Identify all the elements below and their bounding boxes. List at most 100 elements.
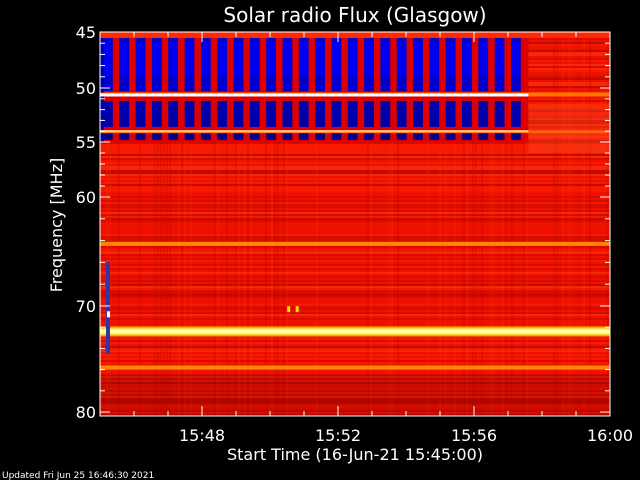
texture-band [100,338,610,340]
texture-band [100,304,610,306]
pulse-bar-core [234,41,243,77]
y-tick-label: 50 [76,79,96,98]
texture-band [100,238,610,240]
texture-streak [571,32,573,416]
texture-band [100,318,610,320]
texture-streak [607,32,609,416]
x-tick-label: 16:00 [587,426,633,445]
pulse-bar-core [495,41,504,77]
updated-timestamp: Updated Fri Jun 25 16:46:30 2021 [2,471,154,480]
texture-streak [589,32,591,416]
texture-band [100,292,610,294]
chart-title: Solar radio Flux (Glasgow) [223,3,486,27]
pulse-bar-core [381,41,390,77]
pulse-bar-lower [233,100,244,127]
pulse-bar-bottom [233,133,244,140]
texture-band [100,346,610,348]
pulse-bar-lower [494,100,505,127]
texture-band [100,212,610,214]
y-tick-label: 45 [76,23,96,42]
texture-band [100,220,610,222]
texture-band [100,260,610,262]
pulse-bar-lower [282,100,293,127]
pulse-bar-core [430,41,439,77]
texture-band [100,174,610,176]
pulse-bar-lower [168,100,179,127]
texture-band [100,170,610,172]
texture-band [100,184,610,186]
texture-band [100,234,610,236]
texture-band [100,288,610,290]
texture-band [100,258,610,260]
pulse-bar-core [218,41,227,77]
bright-line-core [100,93,529,97]
texture-band [100,342,610,344]
pulse-bar-core [267,41,275,77]
texture-band [100,264,610,266]
pulse-bar-lower [315,100,325,127]
pulse-bar-bottom [266,133,276,140]
pulse-bar-lower [478,100,489,127]
texture-band [100,166,610,168]
y-axis-label: Frequency [MHz] [47,158,66,292]
pulse-bar-bottom [347,133,358,140]
low-band-shade [100,374,610,416]
pulse-bar-bottom [217,133,228,140]
pulse-bar-bottom [462,133,472,140]
pulse-bar-core [446,41,455,77]
edge-artifact-spot [107,311,110,318]
texture-band [100,158,610,160]
pulse-bar-bottom [151,133,162,140]
pulse-bar-lower [396,100,407,127]
texture-band [100,286,610,288]
texture-band [100,294,610,296]
pulse-bar-bottom [249,133,260,140]
texture-band [100,186,610,188]
top-edge-band [100,32,610,38]
texture-band [100,340,610,342]
plot-area [99,31,611,417]
texture-band [100,290,610,292]
bright-line-core [100,130,529,133]
pulse-bar-bottom [380,133,391,140]
pulse-bar-core [283,41,292,77]
pulse-bar-lower [511,100,521,127]
texture-band [100,162,610,164]
pulse-bar-core [152,41,161,77]
pulse-bar-lower [119,100,130,127]
texture-streak [568,32,570,416]
bright-line-core [100,330,610,333]
texture-band [100,362,610,364]
texture-band [100,276,610,278]
pulse-bar-bottom [135,133,146,140]
pulse-bar-lower [462,100,472,127]
texture-band [100,250,610,252]
texture-band [100,308,610,310]
pulse-bar-core [463,41,471,77]
texture-band [100,268,610,270]
pulse-bar-lower [445,100,456,127]
texture-band [100,254,610,256]
pulse-bar-bottom [200,133,211,140]
pulse-bar-core [414,41,422,77]
texture-band [100,252,610,254]
pulse-bar-bottom [364,133,374,140]
pulse-bar-bottom [315,133,325,140]
post-pulse-glow [528,104,610,153]
texture-band [100,204,610,206]
x-tick-label: 15:52 [315,426,361,445]
texture-band [100,156,610,158]
texture-band [100,188,610,190]
texture-streak [562,32,564,416]
pulse-bar-core [299,41,308,77]
pulsed-band [100,37,529,142]
pulse-bar-bottom [445,133,456,140]
pulse-bar-bottom [478,133,489,140]
texture-band [100,358,610,360]
pulse-bar-core [512,41,520,77]
spectrogram-chart: Solar radio Flux (Glasgow) 15:48 15:52 15:… [2,3,633,480]
pulse-bar-core [348,41,357,77]
y-tick-label: 80 [76,403,96,422]
y-tick-label: 55 [76,133,96,152]
pulse-bar-core [201,41,210,77]
